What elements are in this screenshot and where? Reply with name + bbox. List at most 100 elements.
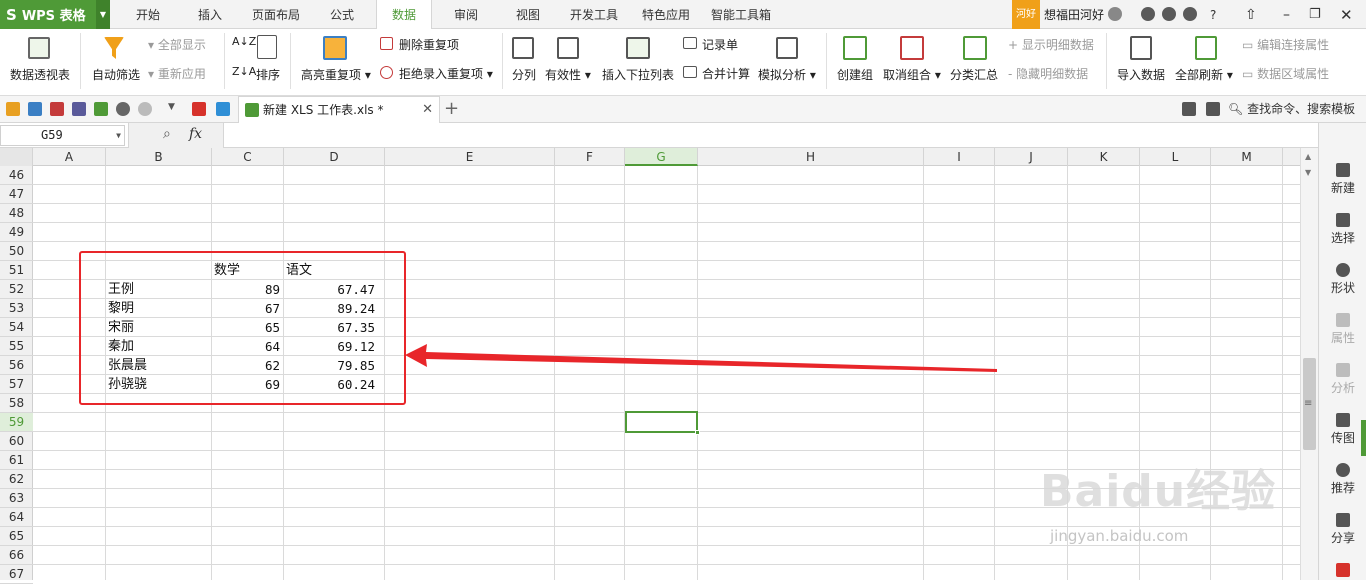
row-header[interactable]: 51 <box>0 261 33 280</box>
sort-descending-icon[interactable]: Z↓A <box>232 65 256 78</box>
column-header-selected[interactable]: G <box>625 148 698 166</box>
subtotal-button[interactable]: 分类汇总 <box>950 66 998 83</box>
insert-dropdown-button[interactable]: 插入下拉列表 <box>602 66 674 83</box>
column-header[interactable]: A <box>33 148 106 166</box>
export-pdf-icon[interactable] <box>50 102 64 116</box>
print-preview-icon[interactable] <box>94 102 108 116</box>
what-if-button[interactable]: 模拟分析 ▾ <box>758 66 816 83</box>
column-header[interactable]: F <box>555 148 625 166</box>
panel-upload-image[interactable]: 传图 <box>1319 413 1366 446</box>
zoom-icon[interactable]: ⌕ <box>163 126 171 142</box>
row-header[interactable]: 47 <box>0 185 33 204</box>
row-header[interactable]: 57 <box>0 375 33 394</box>
show-all-button[interactable]: ▾ 全部显示 <box>148 36 206 53</box>
row-header[interactable]: 52 <box>0 280 33 299</box>
text-to-columns-button[interactable]: 分列 <box>512 66 536 83</box>
ungroup-button[interactable]: 取消组合 ▾ <box>883 66 941 83</box>
document-tab[interactable]: 新建 XLS 工作表.xls * ✕ <box>238 96 440 123</box>
tab-toolbox[interactable]: 智能工具箱 <box>706 0 776 29</box>
help-button[interactable]: ? <box>1210 0 1216 29</box>
screen-icon[interactable] <box>1182 102 1196 116</box>
split-grip-icon[interactable]: ≡ <box>1304 398 1312 409</box>
column-header[interactable]: M <box>1211 148 1283 166</box>
column-header[interactable]: H <box>698 148 924 166</box>
show-detail-button[interactable]: + 显示明细数据 <box>1008 36 1094 53</box>
row-header[interactable]: 62 <box>0 470 33 489</box>
vertical-scrollbar[interactable]: ▲ ▼ ≡ <box>1300 148 1318 580</box>
validity-button[interactable]: 有效性 ▾ <box>545 66 591 83</box>
import-data-button[interactable]: 导入数据 <box>1117 66 1165 83</box>
row-header[interactable]: 49 <box>0 223 33 242</box>
tab-home[interactable]: 开始 <box>122 0 174 29</box>
column-header[interactable]: D <box>284 148 385 166</box>
fill-handle[interactable] <box>695 430 700 435</box>
row-header[interactable]: 67 <box>0 565 33 584</box>
panel-new[interactable]: 新建 <box>1319 163 1366 196</box>
print-icon[interactable] <box>72 102 86 116</box>
share-icon[interactable] <box>1141 7 1155 21</box>
row-header[interactable]: 66 <box>0 546 33 565</box>
menu-icon[interactable] <box>1206 102 1220 116</box>
column-header[interactable]: L <box>1140 148 1211 166</box>
chevron-down-icon[interactable]: ▼ <box>96 0 110 29</box>
close-icon[interactable]: ✕ <box>1340 0 1353 29</box>
sort-button[interactable]: 排序 <box>256 66 280 83</box>
pivot-table-button[interactable]: 数据透视表 <box>10 66 70 83</box>
highlight-duplicates-button[interactable]: 高亮重复项 ▾ <box>301 66 371 83</box>
scroll-up-icon[interactable]: ▲ <box>1305 152 1311 161</box>
data-range-button[interactable]: ▭ 数据区域属性 <box>1242 65 1329 82</box>
panel-recommend[interactable]: 推荐 <box>1319 463 1366 496</box>
row-header[interactable]: 65 <box>0 527 33 546</box>
row-header[interactable]: 60 <box>0 432 33 451</box>
tab-review[interactable]: 审阅 <box>442 0 490 29</box>
user-badge[interactable]: 河好 <box>1012 0 1040 29</box>
row-header[interactable]: 53 <box>0 299 33 318</box>
create-group-button[interactable]: 创建组 <box>837 66 873 83</box>
row-header[interactable]: 50 <box>0 242 33 261</box>
panel-select[interactable]: 选择 <box>1319 213 1366 246</box>
open-icon[interactable] <box>6 102 20 116</box>
row-header[interactable]: 48 <box>0 204 33 223</box>
column-header[interactable]: C <box>212 148 284 166</box>
redo-icon[interactable] <box>138 102 152 116</box>
tab-page-layout[interactable]: 页面布局 <box>244 0 308 29</box>
cloud-doc-icon[interactable] <box>216 102 230 116</box>
insert-function-button[interactable]: fx <box>189 126 202 142</box>
row-header[interactable]: 56 <box>0 356 33 375</box>
tab-developer[interactable]: 开发工具 <box>562 0 626 29</box>
panel-analysis[interactable]: 分析 <box>1319 363 1366 396</box>
record-form-button[interactable]: 记录单 <box>702 36 738 53</box>
wps-logo-icon[interactable] <box>192 102 206 116</box>
column-header[interactable]: J <box>995 148 1068 166</box>
sort-ascending-icon[interactable]: A↓Z <box>232 35 256 48</box>
tab-view[interactable]: 视图 <box>504 0 552 29</box>
tab-data[interactable]: 数据 <box>376 0 432 30</box>
row-header[interactable]: 55 <box>0 337 33 356</box>
save-icon[interactable] <box>28 102 42 116</box>
row-header[interactable]: 64 <box>0 508 33 527</box>
row-header[interactable]: 61 <box>0 451 33 470</box>
wps-cloud-icon[interactable] <box>1183 7 1197 21</box>
tab-formulas[interactable]: 公式 <box>318 0 366 29</box>
select-all-corner[interactable] <box>0 148 33 166</box>
panel-properties[interactable]: 属性 <box>1319 313 1366 346</box>
panel-collapse-handle[interactable] <box>1361 420 1366 456</box>
restore-ribbon-icon[interactable]: ⇧ <box>1245 0 1257 29</box>
tab-insert[interactable]: 插入 <box>184 0 236 29</box>
reject-duplicates-button[interactable]: 拒绝录入重复项 ▾ <box>399 65 493 82</box>
edit-connection-button[interactable]: ▭ 编辑连接属性 <box>1242 36 1329 53</box>
tab-special[interactable]: 特色应用 <box>634 0 698 29</box>
column-header[interactable]: I <box>924 148 995 166</box>
skin-icon[interactable] <box>1108 7 1122 21</box>
new-tab-icon[interactable]: + <box>444 96 459 122</box>
column-header[interactable]: B <box>106 148 212 166</box>
reapply-button[interactable]: ▾ 重新应用 <box>148 65 206 82</box>
row-header-selected[interactable]: 59 <box>0 413 33 432</box>
app-menu-button[interactable]: S WPS 表格 ▼ <box>0 0 110 29</box>
name-box[interactable]: G59 ▼ <box>0 125 125 146</box>
column-header[interactable]: K <box>1068 148 1140 166</box>
row-header[interactable]: 46 <box>0 166 33 185</box>
hide-detail-button[interactable]: - 隐藏明细数据 <box>1008 65 1088 82</box>
close-tab-icon[interactable]: ✕ <box>422 97 433 123</box>
remove-duplicates-button[interactable]: 删除重复项 <box>399 36 459 53</box>
